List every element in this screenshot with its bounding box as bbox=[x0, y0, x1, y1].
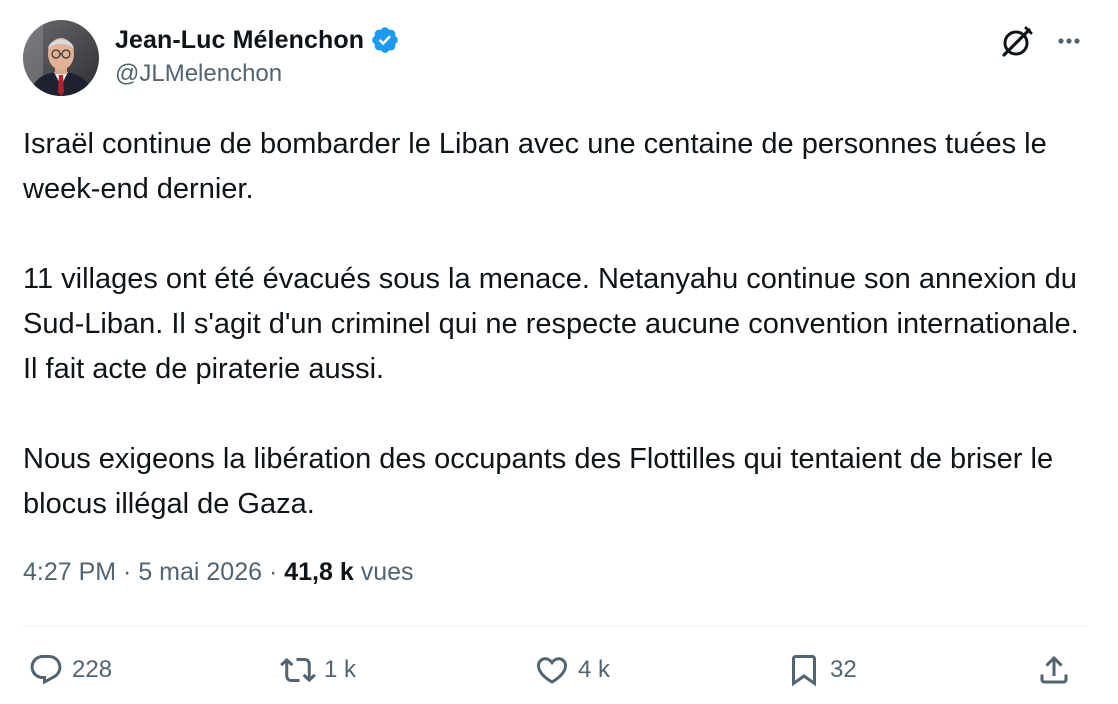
avatar-image bbox=[23, 20, 99, 96]
tweet-card: Jean-Luc Mélenchon @JLMelenchon Israël c… bbox=[0, 0, 1118, 704]
tweet-paragraph: 11 villages ont été évacués sous la mena… bbox=[23, 263, 1079, 385]
reply-count: 228 bbox=[72, 656, 113, 683]
bookmark-button[interactable]: 32 bbox=[786, 648, 857, 692]
like-button[interactable]: 4 k bbox=[534, 648, 610, 692]
tweet-meta: 4:27 PM · 5 mai 2026 · 41,8 k vues bbox=[23, 558, 414, 587]
divider bbox=[23, 626, 1088, 627]
meta-separator: · bbox=[116, 558, 139, 586]
grok-icon[interactable] bbox=[996, 22, 1036, 62]
bookmark-icon bbox=[792, 655, 816, 687]
verified-badge-icon[interactable] bbox=[370, 25, 400, 55]
tweet-time[interactable]: 4:27 PM bbox=[23, 558, 116, 587]
tweet-date[interactable]: 5 mai 2026 bbox=[138, 558, 262, 587]
meta-separator: · bbox=[262, 558, 285, 586]
tweet-text: Israël continue de bombarder le Liban av… bbox=[23, 122, 1098, 527]
share-icon bbox=[1040, 655, 1068, 684]
views-count[interactable]: 41,8 k bbox=[284, 558, 354, 587]
bookmark-count: 32 bbox=[830, 656, 857, 683]
author-handle[interactable]: @JLMelenchon bbox=[115, 60, 282, 88]
heart-icon bbox=[536, 657, 568, 684]
like-count: 4 k bbox=[578, 656, 611, 683]
author-name-row: Jean-Luc Mélenchon bbox=[115, 24, 400, 56]
share-button[interactable] bbox=[1036, 648, 1072, 692]
avatar[interactable] bbox=[23, 20, 99, 96]
reply-button[interactable]: 228 bbox=[28, 648, 112, 692]
retweet-count: 1 k bbox=[324, 656, 357, 683]
reply-icon bbox=[30, 655, 62, 685]
retweet-icon bbox=[280, 657, 316, 683]
tweet-paragraph: Israël continue de bombarder le Liban av… bbox=[23, 128, 1047, 205]
tweet-paragraph: Nous exigeons la libération des occupant… bbox=[23, 443, 1054, 520]
retweet-button[interactable]: 1 k bbox=[280, 648, 356, 692]
more-options-icon[interactable] bbox=[1050, 22, 1090, 62]
author-name[interactable]: Jean-Luc Mélenchon bbox=[115, 26, 364, 55]
views-label: vues bbox=[360, 558, 414, 586]
